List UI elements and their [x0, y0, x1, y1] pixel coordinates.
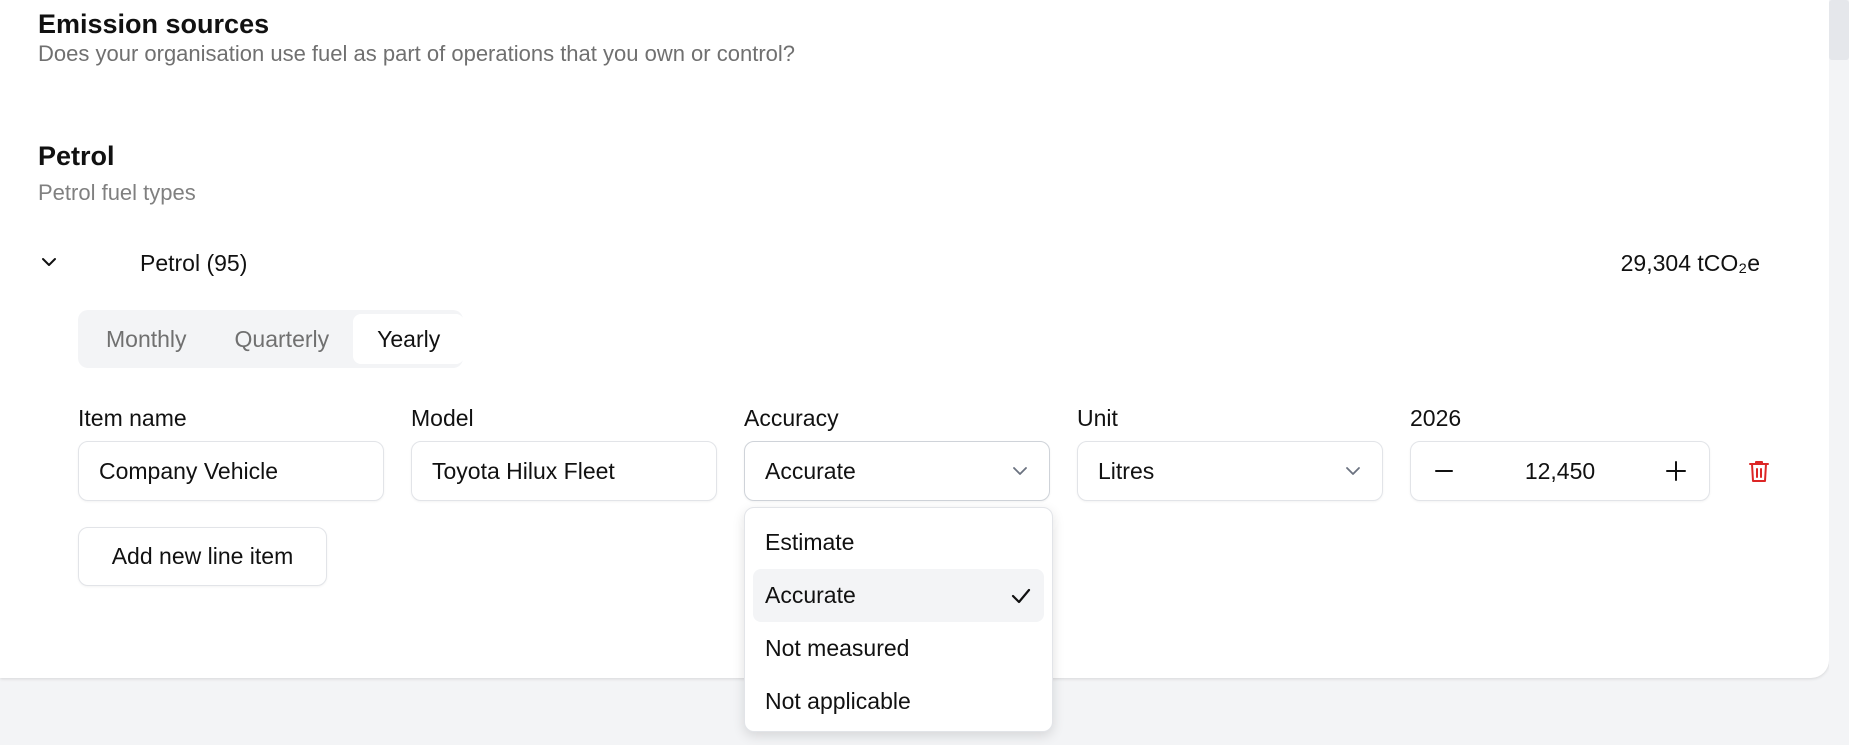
chevron-down-icon: [1013, 467, 1027, 475]
section-title: Emission sources: [38, 9, 270, 39]
collapse-toggle-button[interactable]: [36, 249, 62, 275]
accuracy-dropdown-menu: Estimate Accurate Not measured Not appli…: [744, 507, 1053, 732]
scrollbar-track[interactable]: [1829, 0, 1849, 745]
minus-icon: [1435, 470, 1453, 472]
option-label: Estimate: [765, 529, 855, 555]
quantity-stepper[interactable]: 12,450: [1410, 441, 1710, 501]
item-name-field[interactable]: [78, 441, 384, 501]
delete-line-item-button[interactable]: [1745, 456, 1773, 486]
option-label: Not applicable: [765, 688, 911, 714]
period-toggle: Monthly Quarterly Yearly: [78, 310, 465, 368]
trash-icon: [1749, 461, 1769, 482]
option-estimate[interactable]: Estimate: [753, 516, 1044, 569]
accuracy-selected-value: Accurate: [765, 457, 856, 484]
unit-select[interactable]: Litres: [1077, 441, 1383, 501]
scrollbar-thumb[interactable]: [1829, 0, 1849, 60]
section-question: Does your organisation use fuel as part …: [38, 41, 796, 66]
group-subtitle: Petrol fuel types: [38, 180, 196, 205]
model-field[interactable]: [411, 441, 717, 501]
model-input[interactable]: [432, 457, 696, 485]
option-label: Accurate: [765, 582, 856, 608]
model-label: Model: [411, 405, 474, 431]
tab-yearly[interactable]: Yearly: [353, 314, 465, 364]
unit-label: Unit: [1077, 405, 1118, 431]
add-line-item-button[interactable]: Add new line item: [78, 527, 327, 586]
year-label: 2026: [1410, 405, 1462, 431]
item-name-label: Item name: [78, 405, 187, 431]
group-title: Petrol: [38, 141, 115, 171]
check-icon: [1011, 588, 1031, 603]
fuel-item-name: Petrol (95): [140, 250, 248, 276]
accuracy-select[interactable]: Accurate: [744, 441, 1050, 501]
quantity-value[interactable]: 12,450: [1459, 458, 1661, 485]
tab-monthly[interactable]: Monthly: [82, 314, 211, 364]
fuel-item-emissions: 29,304 tCO₂e: [1620, 250, 1760, 276]
option-not-applicable[interactable]: Not applicable: [753, 675, 1044, 728]
tab-quarterly[interactable]: Quarterly: [211, 314, 354, 364]
unit-selected-value: Litres: [1098, 457, 1155, 484]
option-not-measured[interactable]: Not measured: [753, 622, 1044, 675]
item-name-input[interactable]: [99, 457, 363, 485]
accuracy-label: Accuracy: [744, 405, 839, 431]
chevron-down-icon: [42, 258, 56, 266]
plus-icon: [1666, 461, 1686, 481]
option-accurate[interactable]: Accurate: [753, 569, 1044, 622]
chevron-down-icon: [1346, 467, 1360, 475]
option-label: Not measured: [765, 635, 910, 661]
decrement-button[interactable]: [1429, 456, 1459, 486]
increment-button[interactable]: [1661, 456, 1691, 486]
